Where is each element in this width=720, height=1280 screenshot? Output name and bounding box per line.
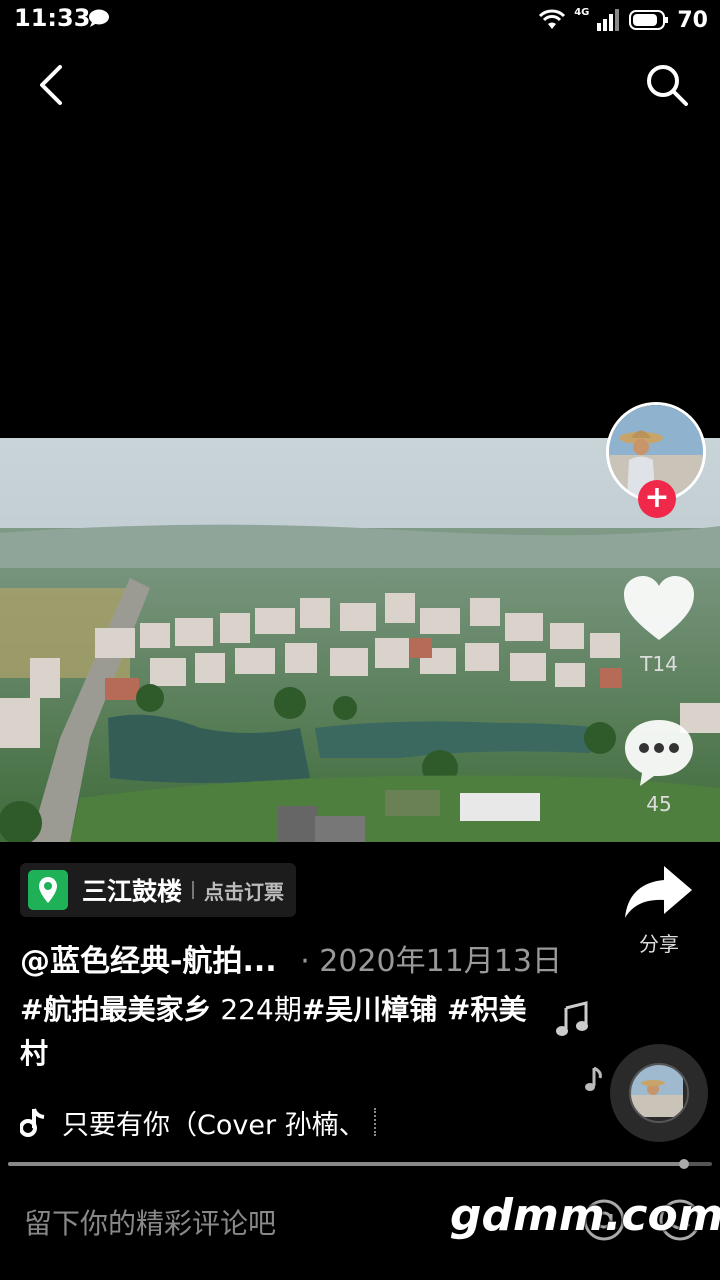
network-label: 4G xyxy=(574,6,590,18)
status-time: 11:33 xyxy=(14,4,91,32)
video-caption: #航拍最美家乡 224期#吴川樟铺 #积美村 xyxy=(20,988,540,1076)
music-disc-button[interactable] xyxy=(610,1044,708,1142)
share-icon xyxy=(625,866,692,918)
comment-input[interactable] xyxy=(22,1202,446,1244)
playback-progress[interactable] xyxy=(8,1159,712,1169)
progress-fill xyxy=(8,1162,684,1166)
location-pin-icon xyxy=(28,870,68,910)
post-date: · 2020年11月13日 xyxy=(300,944,562,979)
music-title: 只要有你（Cover 孙楠、 xyxy=(62,1109,366,1141)
signal-icon xyxy=(597,9,620,31)
status-indicators: 4G 70 xyxy=(538,4,708,36)
divider xyxy=(192,881,195,899)
author-avatar-group[interactable]: + xyxy=(606,402,710,520)
top-bar xyxy=(0,50,720,120)
battery-level: 70 xyxy=(677,7,708,33)
music-cover xyxy=(629,1063,689,1123)
wifi-icon xyxy=(539,9,566,29)
caption-text: 224期 xyxy=(211,993,302,1026)
music-note-icon xyxy=(585,1066,602,1091)
music-info[interactable]: 只要有你（Cover 孙楠、 xyxy=(20,1102,378,1142)
back-icon xyxy=(40,65,62,105)
author-line: @蓝色经典-航拍... · 2020年11月13日 xyxy=(20,936,580,980)
marquee-fade xyxy=(373,1108,378,1136)
music-note-icon xyxy=(556,1001,588,1036)
heart-icon xyxy=(624,576,694,640)
back-button[interactable] xyxy=(26,60,76,110)
message-icon xyxy=(89,9,109,27)
like-count: T14 xyxy=(640,652,678,676)
hashtag-link[interactable]: #航拍最美家乡 xyxy=(20,993,211,1026)
book-ticket-link[interactable]: 点击订票 xyxy=(204,876,284,905)
follow-button[interactable]: + xyxy=(638,480,676,518)
music-note-icon xyxy=(20,1108,45,1137)
comment-icon xyxy=(625,720,693,786)
progress-handle[interactable] xyxy=(678,1159,689,1169)
battery-icon xyxy=(629,10,669,30)
search-button[interactable] xyxy=(642,60,692,110)
share-label: 分享 xyxy=(639,932,679,956)
search-icon xyxy=(647,65,688,106)
site-watermark: gdmm.com xyxy=(450,1190,720,1241)
comment-button[interactable] xyxy=(622,716,696,788)
status-bar: 11:33 4G 70 xyxy=(0,0,720,40)
comment-count: 45 xyxy=(646,792,672,816)
author-name[interactable]: @蓝色经典-航拍... xyxy=(20,944,277,979)
like-button[interactable] xyxy=(622,574,696,644)
share-button[interactable] xyxy=(622,862,696,922)
location-name: 三江鼓楼 xyxy=(82,877,183,906)
location-tag[interactable]: 三江鼓楼 点击订票 xyxy=(20,863,297,917)
